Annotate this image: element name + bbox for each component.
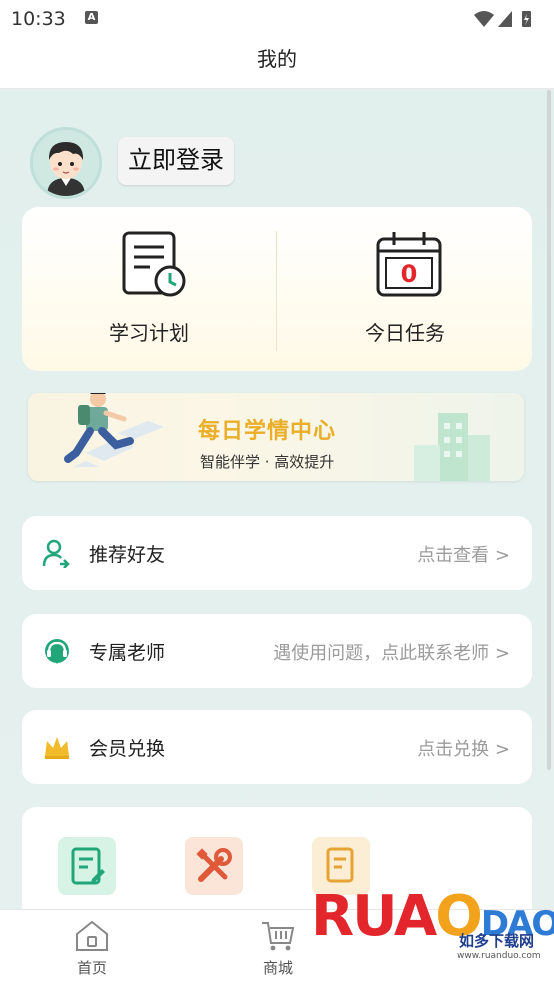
calendar-icon: 0 xyxy=(376,232,442,297)
status-bar: 10:33 A xyxy=(0,0,554,38)
banner-title: 每日学情中心 xyxy=(198,419,337,444)
recommend-friends-hint: 点击查看 > xyxy=(417,545,510,566)
running-student-illustration xyxy=(64,393,164,467)
avatar[interactable] xyxy=(30,127,102,199)
login-button[interactable]: 立即登录 xyxy=(118,137,234,185)
tools-button[interactable] xyxy=(185,837,243,895)
buildings-illustration xyxy=(414,413,490,481)
tab-home-label: 首页 xyxy=(76,959,107,977)
add-friend-icon xyxy=(42,539,70,568)
watermark-logo: RUAODAO 如多下载网 www.ruanduo.com xyxy=(307,878,554,984)
dedicated-teacher-hint: 遇使用问题，点此联系老师 > xyxy=(273,643,510,664)
study-plan-item[interactable]: 学习计划 xyxy=(22,207,276,371)
member-redeem-hint: 点击兑换 > xyxy=(417,739,510,760)
recommend-friends-label: 推荐好友 xyxy=(89,544,166,566)
today-task-label: 今日任务 xyxy=(365,321,445,345)
watermark-cn: 如多下载网 xyxy=(459,932,535,950)
dedicated-teacher-label: 专属老师 xyxy=(89,642,166,664)
headset-icon xyxy=(45,639,69,664)
status-time: 10:33 xyxy=(11,8,66,30)
study-plan-icon xyxy=(122,231,186,297)
study-plan-label: 学习计划 xyxy=(109,321,189,345)
member-redeem-label: 会员兑换 xyxy=(89,738,166,760)
notification-icon: A xyxy=(85,11,98,24)
scrollbar[interactable] xyxy=(547,90,551,770)
edit-tool-button[interactable] xyxy=(58,837,116,895)
app-header: 我的 xyxy=(0,38,554,89)
study-center-banner[interactable]: 每日学情中心 智能伴学 · 高效提升 xyxy=(28,393,524,481)
today-task-count: 0 xyxy=(401,260,418,288)
today-task-item[interactable]: 0 今日任务 xyxy=(278,207,532,371)
wrench-screwdriver-icon xyxy=(196,848,232,882)
plan-divider xyxy=(276,231,277,351)
recommend-friends-row[interactable]: 推荐好友 点击查看 > xyxy=(22,516,532,590)
signal-battery-icon xyxy=(474,11,531,27)
watermark-url: www.ruanduo.com xyxy=(457,951,541,961)
plan-card: 学习计划 0 今日任务 xyxy=(22,207,532,371)
edit-note-icon xyxy=(71,847,105,885)
page-title: 我的 xyxy=(257,47,297,71)
profile-content[interactable]: 立即登录 学习计划 0 今日任务 每日学情中心 智能伴学 · 高效提升 推荐好友… xyxy=(0,89,554,909)
tab-home[interactable]: 首页 xyxy=(32,910,152,985)
crown-icon xyxy=(45,737,69,759)
dedicated-teacher-row[interactable]: 专属老师 遇使用问题，点此联系老师 > xyxy=(22,614,532,688)
home-icon xyxy=(76,920,108,951)
avatar-boy-icon xyxy=(33,130,99,196)
banner-subtitle: 智能伴学 · 高效提升 xyxy=(200,453,335,471)
cart-icon xyxy=(262,922,295,951)
member-redeem-row[interactable]: 会员兑换 点击兑换 > xyxy=(22,710,532,784)
